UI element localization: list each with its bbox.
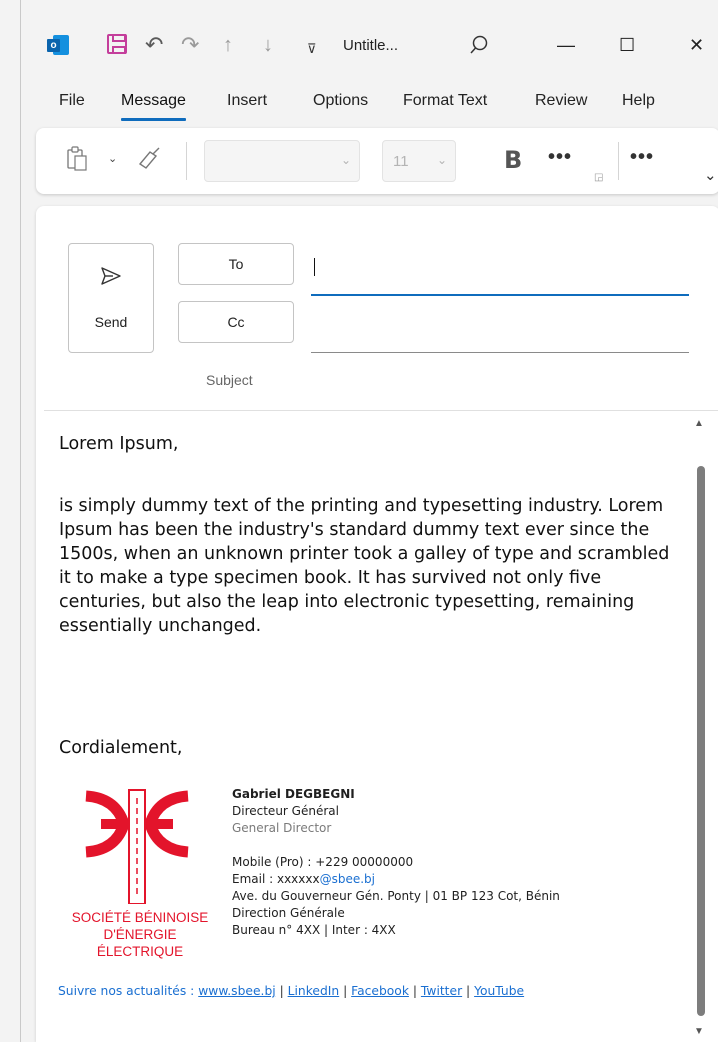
cc-button[interactable]: Cc — [178, 301, 294, 343]
email-link[interactable]: @sbee.bj — [320, 872, 375, 886]
signature-title-en: General Director — [232, 821, 332, 835]
outlook-icon: o — [47, 35, 69, 55]
body-paragraph[interactable]: is simply dummy text of the printing and… — [59, 494, 685, 638]
header-divider — [44, 410, 718, 411]
up-arrow-icon[interactable]: ↑ — [223, 34, 233, 56]
close-icon[interactable]: ✕ — [689, 34, 704, 56]
tab-review[interactable]: Review — [535, 92, 587, 110]
signature-mobile: Mobile (Pro) : +229 00000000 — [232, 855, 414, 869]
text-cursor — [314, 258, 315, 276]
company-name: SOCIÉTÉ BÉNINOISE D'ÉNERGIE ÉLECTRIQUE — [71, 910, 209, 959]
scrollbar-thumb[interactable] — [697, 466, 705, 1016]
compose-area: Send To Cc Subject Lorem Ipsum, is simpl… — [36, 206, 718, 1042]
ribbon-tabs: File Message Insert Options Format Text … — [21, 92, 718, 122]
closing[interactable]: Cordialement, — [59, 736, 182, 760]
subject-label[interactable]: Subject — [206, 372, 253, 388]
compose-window: o ↶ ↷ ↑ ↓ ⊽ Untitle... — ☐ ✕ File Messag… — [20, 0, 718, 1042]
scroll-down-arrow-icon[interactable]: ▼ — [694, 1026, 704, 1037]
sbee-logo — [85, 789, 189, 904]
title-bar: o ↶ ↷ ↑ ↓ ⊽ Untitle... — ☐ ✕ — [21, 0, 718, 90]
ribbon-separator — [186, 142, 187, 180]
paste-icon[interactable] — [66, 146, 88, 172]
save-icon[interactable] — [107, 34, 127, 54]
paste-dropdown-chevron-icon[interactable]: ⌄ — [108, 152, 117, 165]
greeting[interactable]: Lorem Ipsum, — [59, 432, 178, 456]
font-size-select[interactable]: 11 ⌄ — [382, 140, 456, 182]
signature-name: Gabriel DEGBEGNI — [232, 787, 355, 801]
twitter-link[interactable]: Twitter — [421, 984, 462, 998]
social-links: Suivre nos actualités : www.sbee.bj | Li… — [58, 984, 525, 998]
window-title: Untitle... — [343, 37, 399, 54]
signature-block: Gabriel DEGBEGNI Directeur Général Gener… — [232, 786, 560, 939]
send-button[interactable]: Send — [68, 243, 154, 353]
down-arrow-icon[interactable]: ↓ — [263, 34, 273, 56]
cc-field[interactable] — [311, 352, 689, 353]
tab-options[interactable]: Options — [313, 92, 368, 110]
redo-icon[interactable]: ↷ — [181, 34, 199, 56]
maximize-icon[interactable]: ☐ — [619, 34, 635, 56]
signature-department: Direction Générale — [232, 906, 345, 920]
send-label: Send — [94, 314, 128, 330]
facebook-link[interactable]: Facebook — [351, 984, 409, 998]
signature-email: Email : xxxxxx@sbee.bj — [232, 872, 375, 886]
signature-office: Bureau n° 4XX | Inter : 4XX — [232, 923, 396, 937]
dialog-launcher-icon[interactable]: ◲ — [594, 172, 603, 183]
tab-format-text[interactable]: Format Text — [403, 92, 487, 110]
website-link[interactable]: www.sbee.bj — [198, 984, 275, 998]
to-field[interactable] — [311, 294, 689, 296]
tab-message[interactable]: Message — [121, 92, 186, 121]
tab-help[interactable]: Help — [622, 92, 655, 110]
chevron-down-icon[interactable]: ⌄ — [704, 166, 717, 184]
signature-address: Ave. du Gouverneur Gén. Ponty | 01 BP 12… — [232, 889, 560, 903]
chevron-down-icon: ⌄ — [436, 153, 447, 167]
signature-title-fr: Directeur Général — [232, 804, 339, 818]
ribbon-separator — [618, 142, 619, 180]
more-formatting-button[interactable]: ••• — [548, 146, 572, 169]
tab-file[interactable]: File — [59, 92, 85, 110]
linkedin-link[interactable]: LinkedIn — [288, 984, 340, 998]
undo-icon[interactable]: ↶ — [145, 34, 163, 56]
youtube-link[interactable]: YouTube — [474, 984, 524, 998]
send-icon — [101, 267, 121, 285]
format-painter-icon[interactable] — [136, 146, 162, 172]
follow-label: Suivre nos actualités : — [58, 984, 199, 998]
tab-insert[interactable]: Insert — [227, 92, 267, 110]
minimize-icon[interactable]: — — [557, 34, 575, 56]
bold-button[interactable]: B — [504, 146, 522, 174]
to-button[interactable]: To — [178, 243, 294, 285]
ribbon: ⌄ ⌄ 11 ⌄ B ••• ◲ ••• ⌄ — [36, 128, 718, 194]
scroll-up-arrow-icon[interactable]: ▲ — [694, 418, 704, 429]
chevron-down-icon: ⌄ — [340, 153, 351, 167]
font-family-select[interactable]: ⌄ — [204, 140, 360, 182]
more-commands-button[interactable]: ••• — [630, 146, 654, 169]
search-icon[interactable] — [469, 35, 489, 57]
customize-icon[interactable]: ⊽ — [307, 38, 317, 60]
